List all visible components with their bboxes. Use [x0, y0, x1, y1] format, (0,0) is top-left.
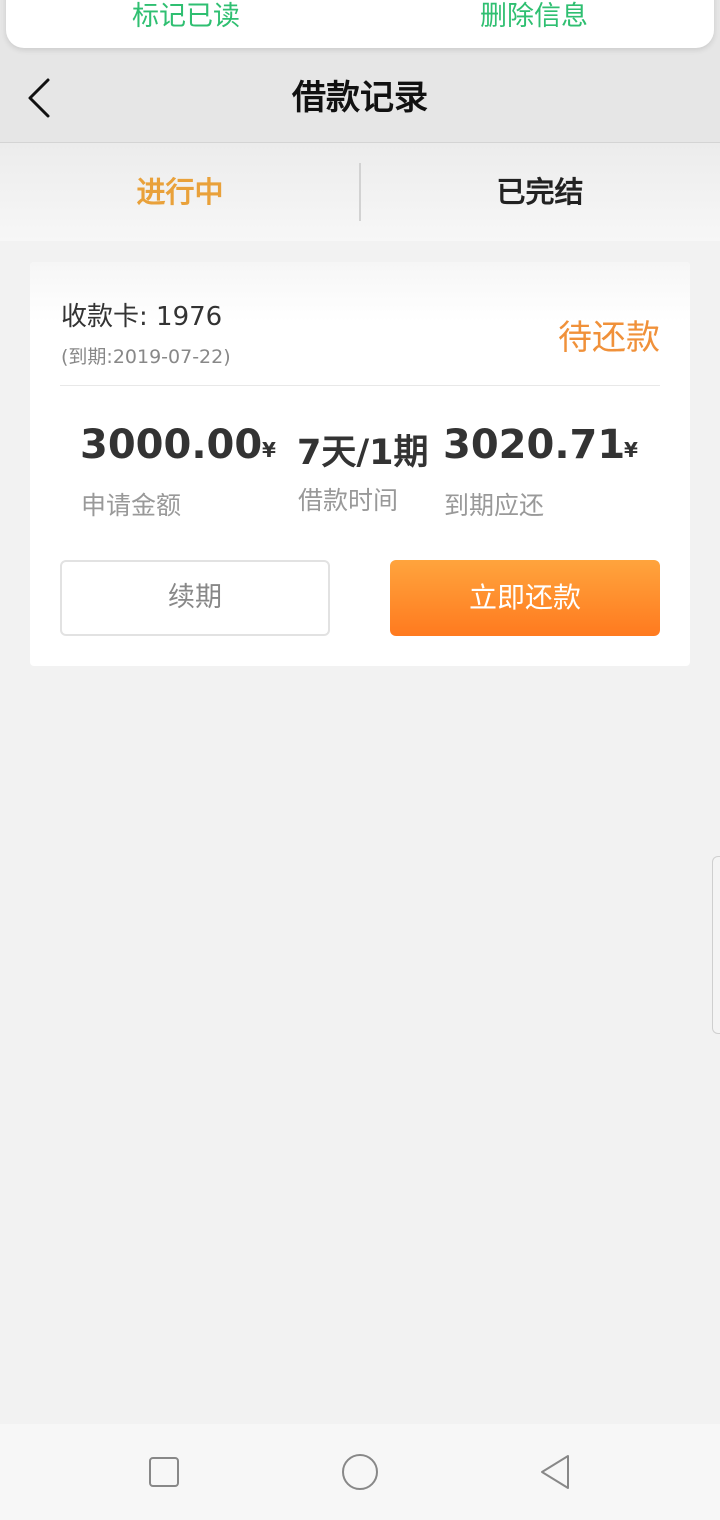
tab-completed[interactable]: 已完结 [360, 143, 720, 241]
due-amount-value: 3020.71 [443, 422, 626, 468]
receiving-card-label: 收款卡: 1976 [61, 302, 223, 332]
mark-read-button[interactable]: 标记已读 [56, 0, 316, 34]
tab-divider [359, 163, 361, 221]
loan-card: 收款卡: 1976 (到期:2019-07-22) 待还款 3000.00 ¥ … [30, 262, 690, 666]
loan-term-label: 借款时间 [298, 486, 399, 515]
square-icon [149, 1457, 179, 1487]
due-amount-label: 到期应还 [444, 491, 545, 520]
loan-amount-label: 申请金额 [81, 491, 182, 520]
tab-in-progress[interactable]: 进行中 [0, 143, 360, 241]
nav-back-button[interactable] [532, 1448, 580, 1496]
page-title: 借款记录 [292, 78, 428, 118]
loan-amount-currency: ¥ [262, 438, 276, 462]
due-amount-currency: ¥ [624, 438, 638, 462]
loan-amount-value: 3000.00 [80, 422, 263, 468]
triangle-back-icon [541, 1455, 569, 1489]
edge-panel-handle[interactable] [712, 856, 720, 1034]
loan-term-value: 7天/1期 [297, 433, 429, 473]
circle-icon [342, 1454, 378, 1490]
system-nav-bar [0, 1424, 720, 1520]
renew-button[interactable]: 续期 [60, 560, 330, 636]
repay-now-button[interactable]: 立即还款 [390, 560, 660, 636]
card-divider [60, 385, 660, 386]
delete-message-button[interactable]: 删除信息 [404, 0, 664, 34]
due-date: (到期:2019-07-22) [61, 346, 231, 368]
recent-apps-button[interactable] [140, 1448, 188, 1496]
status-badge: 待还款 [558, 318, 660, 358]
notification-panel: 标记已读 删除信息 [6, 0, 714, 48]
tab-bar: 进行中 已完结 [0, 143, 720, 241]
home-button[interactable] [336, 1448, 384, 1496]
